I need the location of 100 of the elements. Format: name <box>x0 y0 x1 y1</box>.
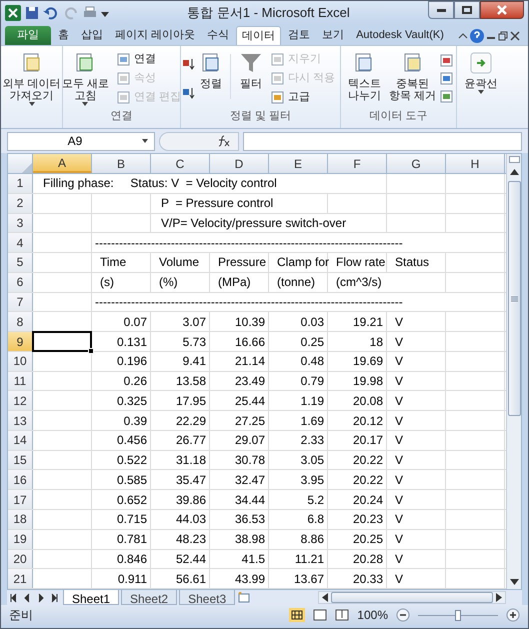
ribbon-button[interactable]: 텍스트 나누기 <box>344 46 385 103</box>
minimize-button[interactable] <box>428 1 454 19</box>
page-layout-icon[interactable] <box>313 609 328 621</box>
formula-field[interactable] <box>243 132 522 150</box>
column-header[interactable]: G <box>387 154 446 173</box>
cell-text: 23.49 <box>234 373 266 390</box>
ribbon-button[interactable]: 필터 <box>234 46 267 107</box>
sheet-navigation-icon[interactable] <box>50 592 60 602</box>
ribbon-tab[interactable]: 수식 <box>202 26 234 45</box>
row-header[interactable]: 21 <box>8 569 33 588</box>
ribbon-tab[interactable]: 홈 <box>53 26 74 45</box>
ribbon-tab[interactable]: 검토 <box>283 26 316 45</box>
row-header[interactable]: 10 <box>8 352 33 371</box>
ribbon-button[interactable]: 정렬 <box>196 46 226 107</box>
column-header[interactable]: F <box>328 154 387 173</box>
selected-cell[interactable] <box>32 331 92 352</box>
row-header[interactable]: 13 <box>8 411 33 430</box>
row-header[interactable]: 15 <box>8 450 33 470</box>
ribbon-button[interactable]: 윤곽선 <box>460 46 502 94</box>
cell-text: V <box>394 472 404 489</box>
sheet-navigation-icon[interactable] <box>8 592 18 602</box>
cell-text: 32.47 <box>234 472 266 489</box>
cell-text: V <box>394 531 404 548</box>
scroll-down-icon[interactable] <box>510 579 518 585</box>
row-header[interactable]: 17 <box>8 490 33 510</box>
cell-text: V <box>394 570 404 588</box>
ribbon-button[interactable]: 중복된 항목 제거 <box>384 46 440 103</box>
scroll-right-icon[interactable] <box>496 593 502 602</box>
cell-text: V <box>394 412 404 430</box>
restore-icon[interactable] <box>498 31 508 41</box>
zoom-in-icon[interactable] <box>506 608 520 622</box>
sort-ascending-icon[interactable] <box>182 57 196 72</box>
ribbon-tab[interactable]: 페이지 레이아웃 <box>110 26 200 45</box>
row-header[interactable]: 4 <box>8 233 33 252</box>
page-break-icon[interactable] <box>335 609 350 621</box>
row-header[interactable]: 6 <box>8 272 33 292</box>
ribbon-tab[interactable]: Autodesk Vault(K) <box>351 26 449 45</box>
insert-function-icon[interactable] <box>216 135 230 147</box>
ribbon-tab[interactable]: 보기 <box>317 26 350 45</box>
normal-view-icon[interactable] <box>289 608 306 622</box>
ribbon-small-button[interactable]: 고급 <box>266 88 340 107</box>
row-header[interactable]: 12 <box>8 391 33 410</box>
row-header[interactable]: 2 <box>8 194 33 213</box>
cell-text: 3.95 <box>300 472 325 489</box>
cell-text: 0.846 <box>116 550 148 568</box>
row-header[interactable]: 16 <box>8 470 33 490</box>
sort-descending-icon[interactable] <box>182 86 196 100</box>
ribbon-button[interactable]: 모두 새로 고침 <box>58 46 113 107</box>
horizontal-scrollbar[interactable] <box>318 591 506 604</box>
insert-sheet-icon[interactable] <box>237 592 252 604</box>
maximize-button[interactable] <box>454 1 480 19</box>
cell-text: 8.86 <box>300 531 325 548</box>
cell-text: Filling phase: Status: V = Velocity control <box>42 175 277 192</box>
column-header[interactable]: E <box>269 154 328 173</box>
ribbon-tab[interactable]: 데이터 <box>236 26 282 45</box>
row-header[interactable]: 3 <box>8 214 33 232</box>
column-header[interactable]: H <box>446 154 505 173</box>
cell-text: Pressure <box>217 254 266 272</box>
ribbon-collapse-icon[interactable] <box>458 31 468 41</box>
vertical-scrollbar[interactable] <box>506 154 521 589</box>
save-icon[interactable] <box>25 6 39 20</box>
close-icon[interactable] <box>510 31 520 41</box>
filter-icon <box>238 51 263 75</box>
cell-text: 16.66 <box>234 334 266 350</box>
scroll-up-icon[interactable] <box>510 169 518 175</box>
file-tab[interactable]: 파일 <box>5 26 51 45</box>
zoom-out-icon[interactable] <box>396 608 410 622</box>
sheet-tab[interactable]: Sheet3 <box>179 590 236 605</box>
sheet-tab[interactable]: Sheet2 <box>121 590 178 605</box>
row-header[interactable]: 8 <box>8 312 33 332</box>
help-icon[interactable] <box>470 29 484 43</box>
sheet-tab[interactable]: Sheet1 <box>63 590 120 605</box>
column-header[interactable]: D <box>210 154 269 173</box>
row-header[interactable]: 11 <box>8 372 33 390</box>
undo-icon[interactable] <box>43 6 59 20</box>
ribbon-tab[interactable]: 삽입 <box>76 26 108 45</box>
zoom-slider-thumb[interactable] <box>455 610 461 620</box>
row-header[interactable]: 1 <box>8 174 33 193</box>
column-header[interactable]: B <box>92 154 151 173</box>
column-header[interactable]: C <box>151 154 210 173</box>
row-header[interactable]: 19 <box>8 530 33 549</box>
row-header[interactable]: 9 <box>8 332 33 351</box>
column-header[interactable]: A <box>33 154 92 173</box>
zoom-level[interactable]: 100% <box>357 606 388 624</box>
scroll-thumb[interactable] <box>508 181 520 416</box>
cell-text: 20.33 <box>352 570 384 588</box>
row-header[interactable]: 14 <box>8 430 33 450</box>
split-handle[interactable] <box>508 156 520 163</box>
app-logo-icon[interactable] <box>5 5 21 21</box>
row-header[interactable]: 20 <box>8 550 33 568</box>
cell-text: V <box>394 334 404 350</box>
row-header[interactable]: 18 <box>8 510 33 529</box>
row-header[interactable]: 7 <box>8 292 33 312</box>
row-header[interactable]: 5 <box>8 253 33 272</box>
cell-text: (cm^3/s) <box>335 274 382 292</box>
cell-text: 6.8 <box>307 511 325 528</box>
scroll-left-icon[interactable] <box>322 593 328 602</box>
close-button[interactable] <box>480 1 524 19</box>
ribbon-small-button[interactable]: 연결 <box>113 50 186 69</box>
name-box[interactable]: A9 <box>7 132 155 150</box>
